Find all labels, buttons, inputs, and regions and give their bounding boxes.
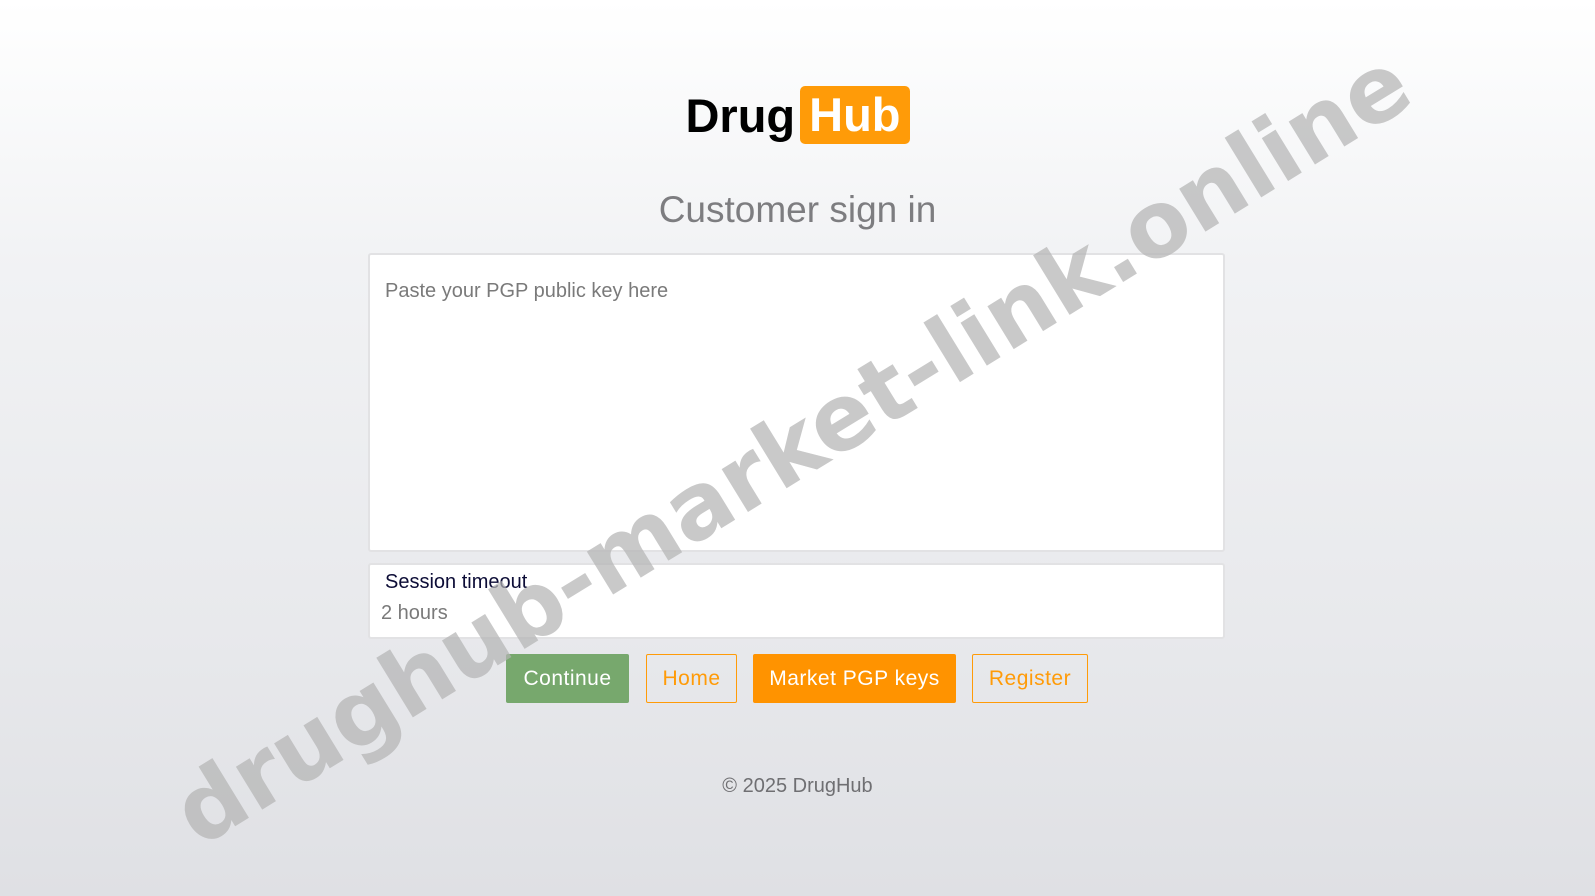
pgp-key-input[interactable]	[368, 253, 1225, 552]
logo-text-hub: Hub	[800, 86, 910, 144]
market-pgp-keys-button[interactable]: Market PGP keys	[753, 654, 956, 703]
session-timeout-label: Session timeout	[385, 571, 528, 593]
continue-button[interactable]: Continue	[506, 654, 629, 703]
session-timeout-select[interactable]: Session timeout 2 hours	[368, 563, 1225, 639]
register-button[interactable]: Register	[972, 654, 1088, 703]
page-title: Customer sign in	[658, 189, 937, 230]
site-logo: Drug Hub	[0, 86, 1595, 144]
home-button[interactable]: Home	[646, 654, 737, 703]
session-timeout-value[interactable]: 2 hours	[381, 602, 448, 625]
logo-text-drug: Drug	[685, 88, 796, 142]
footer-copyright: © 2025 DrugHub	[722, 775, 873, 797]
page: { "logo": { "part1": "Drug", "part2": "H…	[0, 0, 1595, 896]
